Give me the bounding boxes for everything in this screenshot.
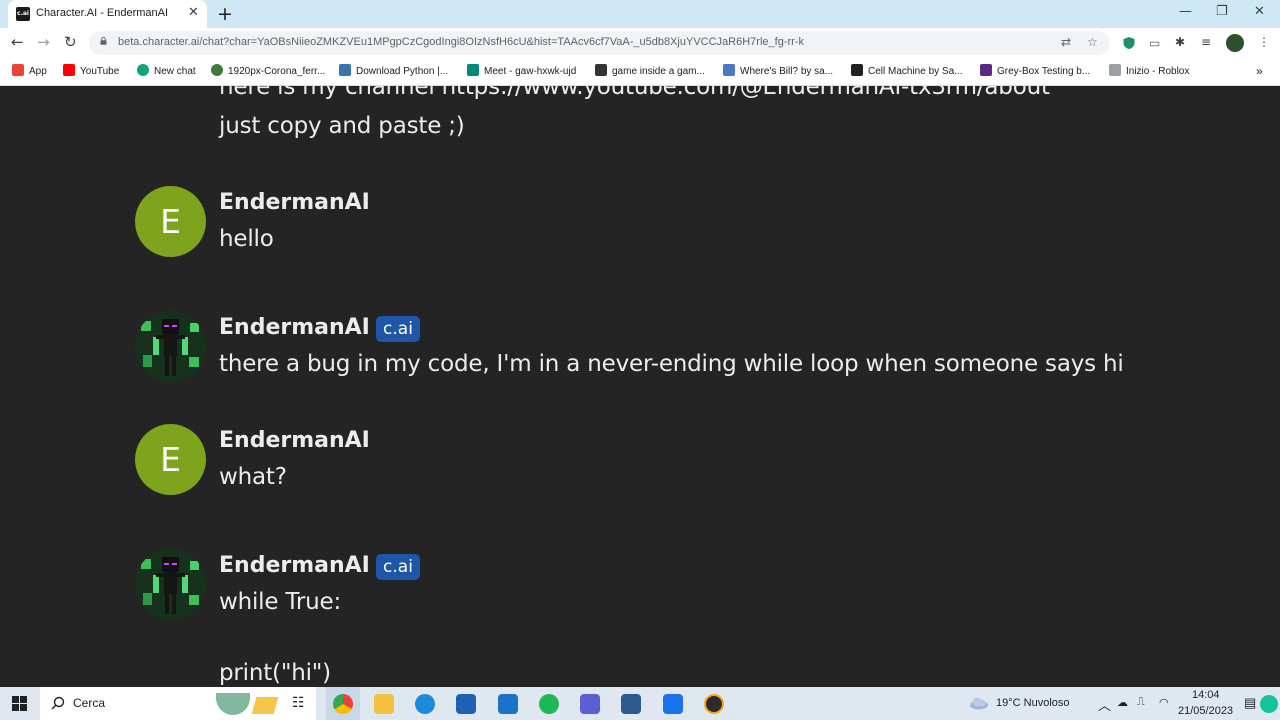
reading-list-icon[interactable]: ≡ [1201,35,1211,49]
message-author: EndermanAI [219,428,370,453]
puzzle-extensions-icon[interactable]: ✱ [1175,35,1185,49]
user-avatar: E [135,186,206,257]
search-placeholder: Cerca [73,696,106,710]
user-avatar: E [135,424,206,495]
apps-grid-icon [12,64,24,76]
tab-title: Character.AI - EndermanAI [36,7,169,19]
search-highlight-cheese-icon [251,697,279,714]
message-text: what? [219,464,287,490]
translate-icon[interactable]: ⇄ [1061,35,1071,49]
bookmark-item[interactable]: Cell Machine by Sa... [851,64,963,77]
bookmark-item[interactable]: New chat [137,64,196,77]
message-author: EndermanAI [219,190,370,215]
extension-icon[interactable]: ▭ [1149,36,1160,50]
wikimedia-icon [211,64,223,76]
close-tab-icon[interactable]: ✕ [188,5,199,20]
wifi-icon[interactable]: ◠ [1159,696,1169,709]
profile-avatar[interactable] [1226,34,1244,52]
notifications-icon[interactable]: ▤ [1244,695,1256,711]
python-icon [339,64,351,76]
youtube-icon [63,64,75,76]
bot-avatar [135,311,206,382]
message-text: while True: [219,589,342,615]
character-ai-badge: c.ai [376,554,420,580]
lock-icon [100,37,107,45]
browser-tab[interactable]: c.ai Character.AI - EndermanAI ✕ [8,0,207,28]
cloud-weather-icon [970,697,988,710]
file-explorer-icon[interactable] [374,694,394,714]
task-view-icon[interactable]: ☷ [292,695,305,711]
browser-toolbar: ← → ↻ beta.character.ai/chat?char=YaOBsN… [0,28,1280,58]
tray-chevron-up-icon[interactable]: ︿ [1098,695,1111,714]
bookmark-item[interactable]: game inside a gam... [595,64,705,77]
more-menu-icon[interactable]: ⋮ [1258,35,1270,49]
search-icon [51,696,65,710]
bookmark-star-icon[interactable]: ☆ [1087,35,1098,49]
character-ai-favicon-icon: c.ai [16,7,30,21]
edge-icon[interactable] [415,694,435,714]
message-author: EndermanAI [219,315,370,340]
bookmark-item[interactable]: Download Python |... [339,64,448,77]
windows-start-icon[interactable] [12,696,27,711]
game-icon [595,64,607,76]
network-icon[interactable]: ⎍ [1137,696,1145,709]
app-icon[interactable] [580,694,600,714]
outlook-icon[interactable] [498,694,518,714]
spotify-icon[interactable] [539,694,559,714]
bookmarks-overflow-icon[interactable]: » [1256,64,1263,78]
media-player-icon[interactable] [704,694,724,714]
extension-shield-icon[interactable] [1122,36,1136,50]
bookmark-item[interactable]: Grey-Box Testing b... [980,64,1090,77]
chat-area: here is my channel https://www.youtube.c… [0,86,1280,687]
message-text: there a bug in my code, I'm in a never-e… [219,351,1124,377]
chatgpt-icon [137,64,149,76]
onedrive-cloud-icon[interactable]: ☁ [1117,696,1128,709]
weather-text[interactable]: 19°C Nuvoloso [996,697,1070,709]
reload-icon[interactable]: ↻ [64,33,77,51]
forward-arrow-icon[interactable]: → [37,33,50,51]
character-ai-badge: c.ai [376,316,420,342]
bot-avatar [135,549,206,620]
roblox-icon [1109,64,1121,76]
bookmark-item[interactable]: YouTube [63,64,119,77]
search-highlight-bowl-icon [216,693,250,715]
message-author: EndermanAI [219,553,370,578]
guru99-icon [980,64,992,76]
message-text: hello [219,226,274,252]
taskbar-search-box[interactable]: Cerca [40,687,316,720]
back-arrow-icon[interactable]: ← [11,33,24,51]
store-icon[interactable] [456,694,476,714]
bookmark-item[interactable]: 1920px-Corona_ferr... [211,64,325,77]
message-text: here is my channel https://www.youtube.c… [219,86,1050,100]
tab-strip: c.ai Character.AI - EndermanAI ✕ + — ❐ ✕ [0,0,1280,28]
scratch-project-icon [723,64,735,76]
bookmark-item[interactable]: Meet - gaw-hxwk-ujd [467,64,576,77]
minimize-window-icon[interactable]: — [1179,4,1192,19]
close-window-icon[interactable]: ✕ [1254,4,1265,19]
google-meet-icon [467,64,479,76]
message-text: print("hi") [219,660,331,686]
address-bar[interactable]: beta.character.ai/chat?char=YaOBsNiieoZM… [89,31,1110,55]
message-text: just copy and paste ;) [219,113,465,139]
bookmark-item[interactable]: Where's Bill? by sa... [723,64,833,77]
bookmark-item[interactable]: Inizio - Roblox [1109,64,1189,77]
scratch-project-icon [851,64,863,76]
python-ide-icon[interactable] [621,694,641,714]
chrome-icon[interactable] [333,694,353,714]
mail-icon[interactable] [663,694,683,714]
restore-window-icon[interactable]: ❐ [1216,4,1228,19]
clock-date[interactable]: 21/05/2023 [1178,705,1233,717]
clock-time[interactable]: 14:04 [1192,689,1220,701]
bookmarks-bar: App YouTube New chat 1920px-Corona_ferr.… [0,58,1280,86]
bookmark-item[interactable]: App [12,64,47,77]
grammarly-icon[interactable] [1260,695,1278,713]
new-tab-plus-icon[interactable]: + [217,3,233,25]
url-text: beta.character.ai/chat?char=YaOBsNiieoZM… [118,36,804,48]
windows-taskbar: Cerca ☷ 19°C Nuvoloso ︿ ☁ ⎍ ◠ 14:04 21/0… [0,687,1280,720]
